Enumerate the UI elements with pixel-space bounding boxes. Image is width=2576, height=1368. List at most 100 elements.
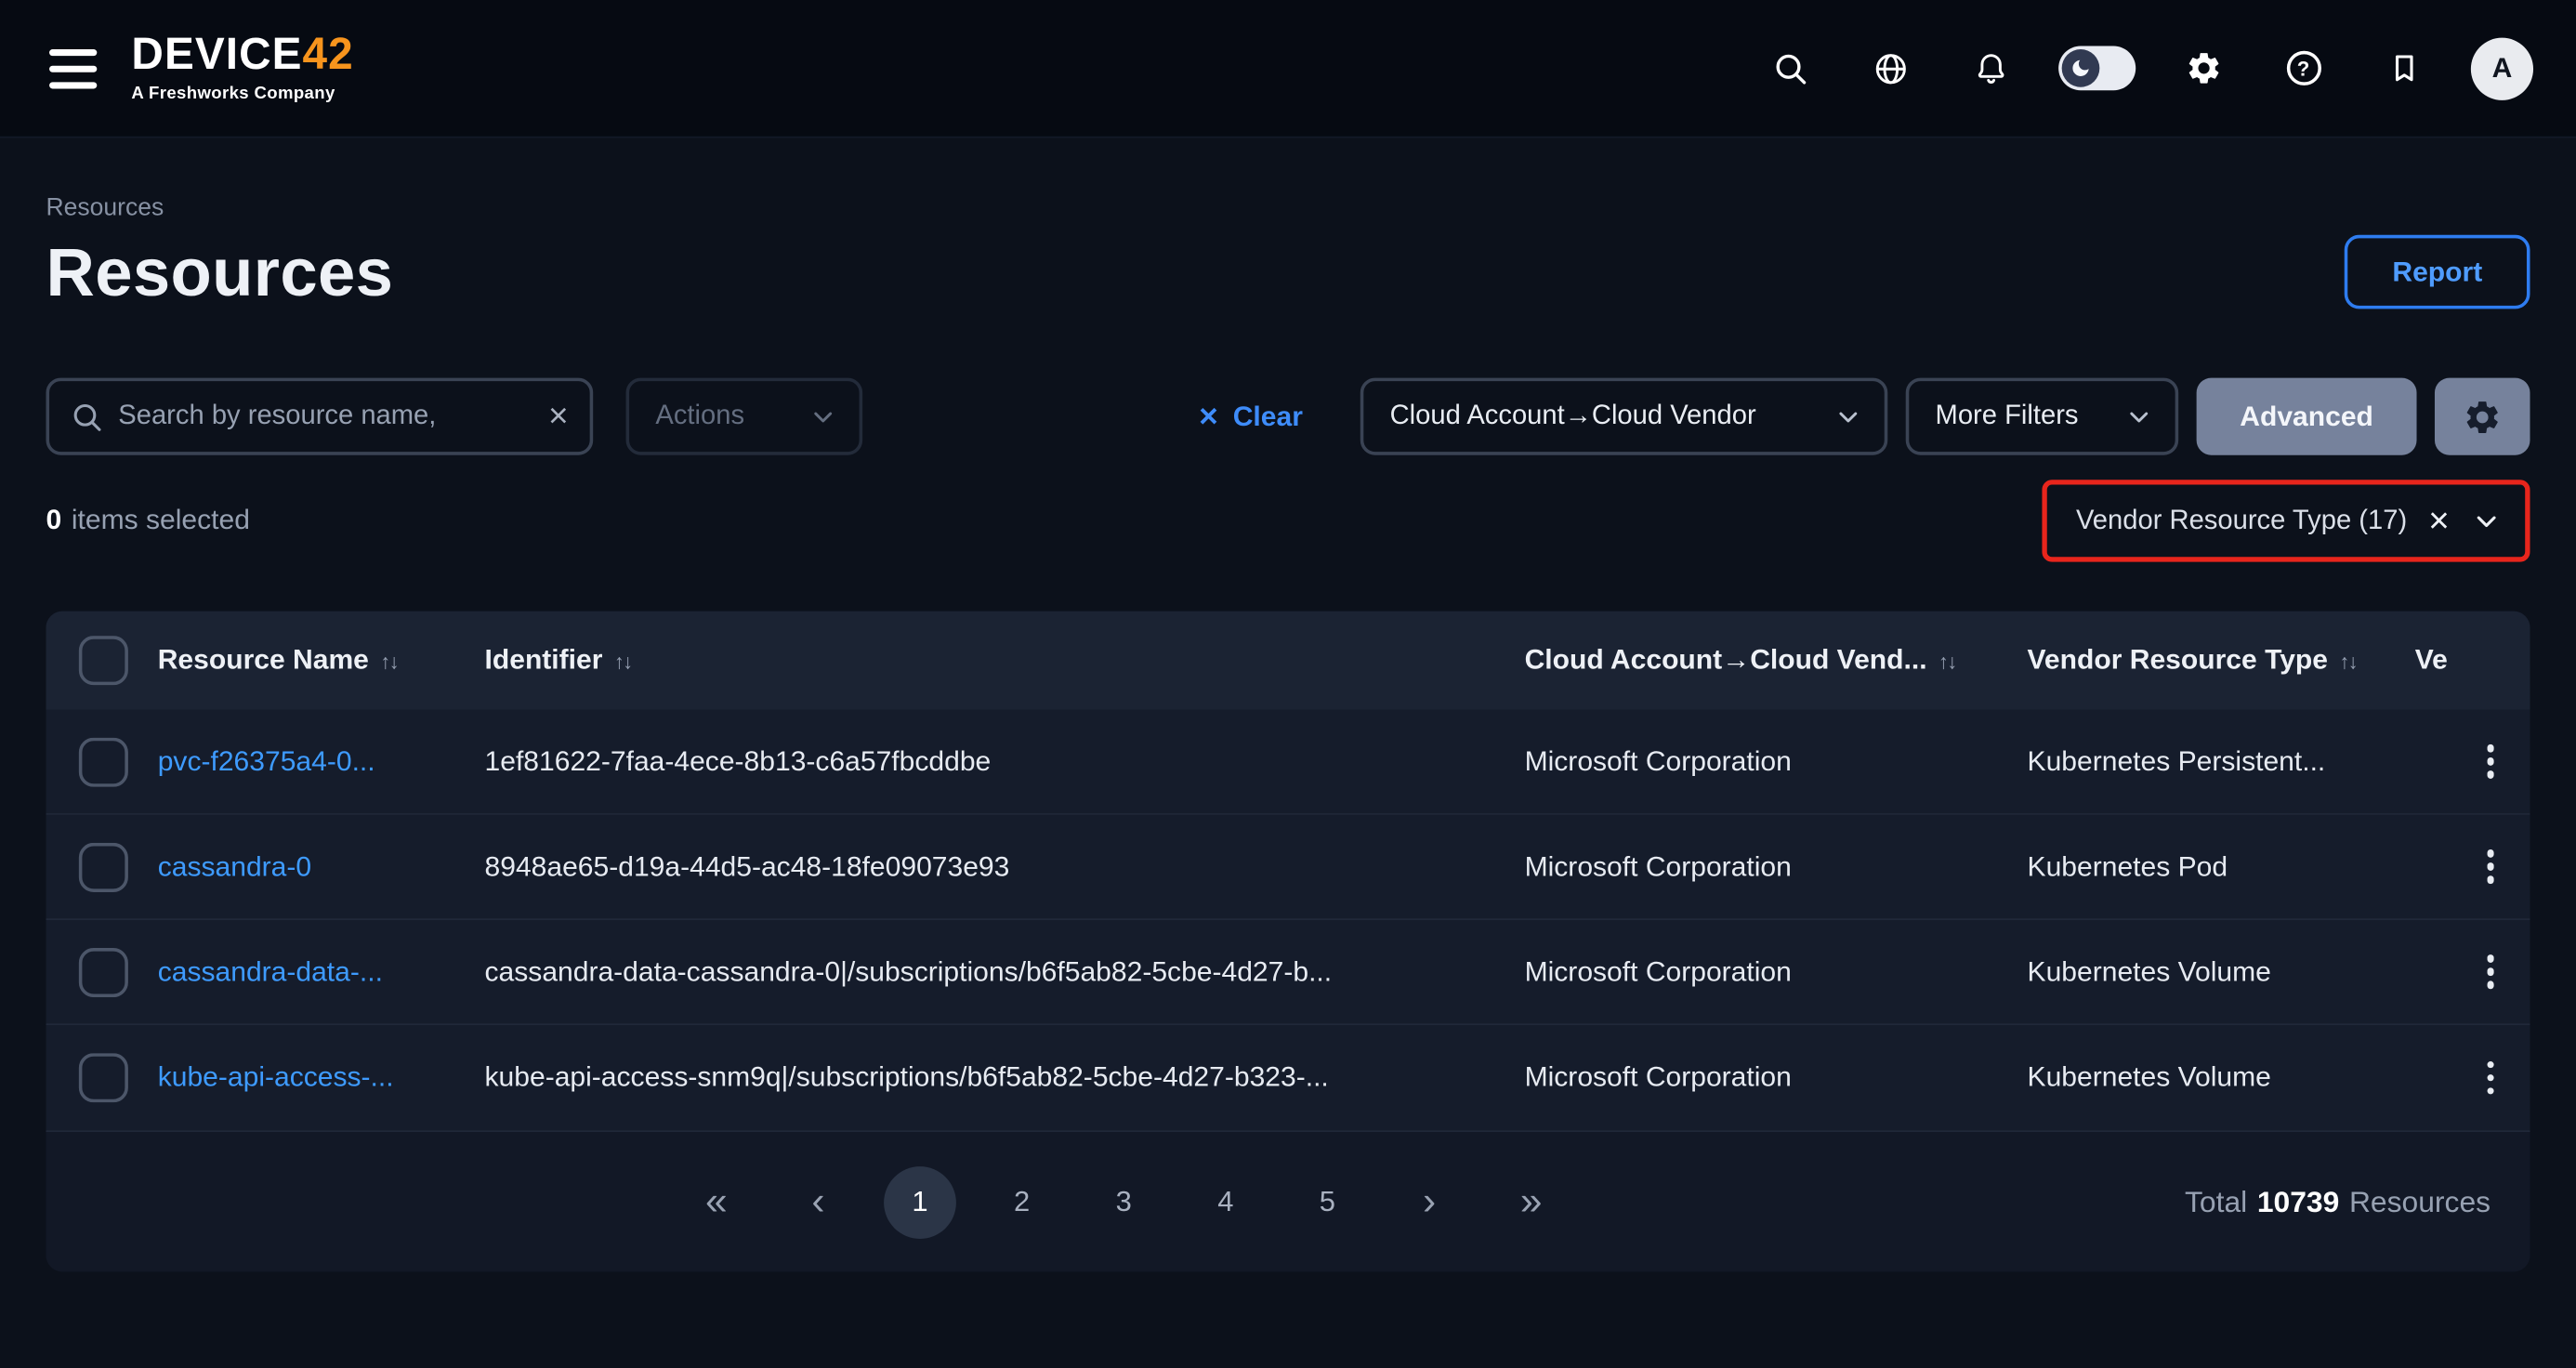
clear-x-icon: × bbox=[1199, 401, 1218, 433]
clear-label: Clear bbox=[1233, 401, 1303, 433]
row-actions-kebab-icon[interactable] bbox=[2480, 949, 2501, 995]
filter-chip-close-icon[interactable]: × bbox=[2428, 503, 2450, 539]
pagination-page-4[interactable]: 4 bbox=[1189, 1166, 1262, 1239]
row-checkbox[interactable] bbox=[79, 947, 128, 996]
table-row: cassandra-0 8948ae65-d19a-44d5-ac48-18fe… bbox=[46, 815, 2530, 920]
actions-dropdown[interactable]: Actions bbox=[626, 378, 863, 455]
topbar-actions: ? A bbox=[1758, 35, 2533, 101]
settings-button[interactable] bbox=[2170, 35, 2236, 101]
column-header-cloud-account[interactable]: Cloud Account→Cloud Vend...↑↓ bbox=[1525, 644, 2028, 677]
viewport: DEVICE42 A Freshworks Company bbox=[0, 0, 2576, 1368]
theme-toggle-knob bbox=[2062, 49, 2100, 87]
search-icon bbox=[71, 401, 103, 433]
brand-accent: 42 bbox=[303, 30, 354, 79]
filter-chip-label: Vendor Resource Type (17) bbox=[2076, 506, 2407, 537]
pagination-page-5[interactable]: 5 bbox=[1292, 1166, 1364, 1239]
topbar-left: DEVICE42 A Freshworks Company bbox=[43, 33, 354, 103]
column-header-clipped: Ve bbox=[2415, 644, 2530, 677]
cloud-account-value: Microsoft Corporation bbox=[1525, 1061, 2028, 1094]
select-all-checkbox[interactable] bbox=[79, 636, 128, 685]
resource-name-link[interactable]: cassandra-data-... bbox=[158, 955, 485, 988]
identifier-value: 1ef81622-7faa-4ece-8b13-c6a57fbcddbe bbox=[485, 745, 1525, 778]
resource-name-link[interactable]: kube-api-access-... bbox=[158, 1061, 485, 1094]
column-header-vendor-resource-type[interactable]: Vendor Resource Type↑↓ bbox=[2028, 644, 2415, 677]
column-header-resource-name[interactable]: Resource Name↑↓ bbox=[158, 644, 485, 677]
table-row: cassandra-data-... cassandra-data-cassan… bbox=[46, 920, 2530, 1025]
clear-filters-button[interactable]: × Clear bbox=[1199, 401, 1303, 433]
vendor-resource-type-filter-chip[interactable]: Vendor Resource Type (17) × bbox=[2042, 480, 2530, 561]
table-footer: « ‹ 1 2 3 4 5 › » Total 10739 Resources bbox=[46, 1131, 2530, 1272]
gear-icon bbox=[2463, 397, 2502, 436]
total-resources: Total 10739 Resources bbox=[2185, 1185, 2491, 1219]
bookmark-icon bbox=[2386, 51, 2421, 86]
filter-toolbar: × Actions × Clear Cloud Account→Cloud Ve… bbox=[46, 378, 2530, 455]
brand-primary: DEVICE bbox=[131, 30, 302, 79]
bookmark-button[interactable] bbox=[2371, 35, 2437, 101]
language-button[interactable] bbox=[1858, 35, 1924, 101]
cloud-account-value: Microsoft Corporation bbox=[1525, 850, 2028, 883]
pagination-first-icon[interactable]: « bbox=[680, 1166, 753, 1239]
pagination-prev-icon[interactable]: ‹ bbox=[782, 1166, 854, 1239]
pagination-last-icon[interactable]: » bbox=[1495, 1166, 1568, 1239]
filter-chip-chevron-down-icon[interactable] bbox=[2471, 506, 2503, 537]
more-filters-dropdown[interactable]: More Filters bbox=[1906, 378, 2178, 455]
row-actions-kebab-icon[interactable] bbox=[2480, 844, 2501, 890]
vendor-resource-type-value: Kubernetes Volume bbox=[2028, 955, 2415, 988]
row-checkbox[interactable] bbox=[79, 1053, 128, 1102]
column-header-identifier[interactable]: Identifier↑↓ bbox=[485, 644, 1525, 677]
resources-table: Resource Name↑↓ Identifier↑↓ Cloud Accou… bbox=[46, 612, 2530, 1272]
search-icon bbox=[1773, 50, 1809, 86]
table-row: pvc-f26375a4-0... 1ef81622-7faa-4ece-8b1… bbox=[46, 710, 2530, 815]
total-count: 10739 bbox=[2257, 1185, 2340, 1219]
more-filters-label: More Filters bbox=[1936, 401, 2079, 433]
identifier-value: cassandra-data-cassandra-0|/subscription… bbox=[485, 955, 1525, 988]
search-box: × bbox=[46, 378, 593, 455]
search-clear-icon[interactable]: × bbox=[548, 400, 569, 434]
vendor-resource-type-value: Kubernetes Pod bbox=[2028, 850, 2415, 883]
pagination-next-icon[interactable]: › bbox=[1393, 1166, 1465, 1239]
cloud-account-value: Microsoft Corporation bbox=[1525, 745, 2028, 778]
resource-name-link[interactable]: pvc-f26375a4-0... bbox=[158, 745, 485, 778]
help-icon: ? bbox=[2286, 51, 2320, 86]
avatar[interactable]: A bbox=[2471, 37, 2533, 99]
search-input[interactable] bbox=[118, 401, 533, 433]
menu-icon[interactable] bbox=[43, 42, 103, 95]
report-button[interactable]: Report bbox=[2345, 235, 2530, 309]
sort-icon: ↑↓ bbox=[614, 651, 632, 674]
vendor-resource-type-value: Kubernetes Persistent... bbox=[2028, 745, 2415, 778]
help-button[interactable]: ? bbox=[2270, 35, 2336, 101]
row-actions-kebab-icon[interactable] bbox=[2480, 1055, 2501, 1101]
row-checkbox[interactable] bbox=[79, 842, 128, 891]
sort-icon: ↑↓ bbox=[2339, 651, 2357, 674]
cloud-vendor-filter-dropdown[interactable]: Cloud Account→Cloud Vendor bbox=[1360, 378, 1887, 455]
items-selected: 0 items selected bbox=[46, 505, 249, 537]
sort-icon: ↑↓ bbox=[380, 651, 398, 674]
breadcrumb[interactable]: Resources bbox=[46, 194, 2530, 222]
page-content: Resources Resources Report × Actions × C… bbox=[0, 194, 2576, 1272]
gear-icon bbox=[2184, 49, 2222, 87]
globe-icon bbox=[1873, 50, 1909, 86]
cloud-vendor-filter-label: Cloud Account→Cloud Vendor bbox=[1390, 401, 1756, 433]
table-settings-button[interactable] bbox=[2435, 378, 2530, 455]
resource-name-link[interactable]: cassandra-0 bbox=[158, 850, 485, 883]
chevron-down-icon bbox=[808, 401, 838, 431]
row-actions-kebab-icon[interactable] bbox=[2480, 738, 2501, 784]
moon-icon bbox=[2070, 58, 2091, 79]
selected-label: items selected bbox=[72, 505, 250, 537]
brand-subtitle: A Freshworks Company bbox=[131, 84, 353, 103]
notifications-button[interactable] bbox=[1958, 35, 2024, 101]
bell-icon bbox=[1973, 50, 2009, 86]
page-title: Resources bbox=[46, 235, 393, 312]
header-checkbox-cell bbox=[46, 636, 157, 685]
theme-toggle[interactable] bbox=[2058, 46, 2136, 90]
brand-name: DEVICE42 bbox=[131, 33, 353, 77]
pagination-page-3[interactable]: 3 bbox=[1087, 1166, 1160, 1239]
pagination-page-2[interactable]: 2 bbox=[986, 1166, 1058, 1239]
search-button[interactable] bbox=[1758, 35, 1824, 101]
pagination-page-1[interactable]: 1 bbox=[884, 1166, 956, 1239]
row-checkbox[interactable] bbox=[79, 737, 128, 786]
brand-logo[interactable]: DEVICE42 A Freshworks Company bbox=[131, 33, 353, 103]
table-header-row: Resource Name↑↓ Identifier↑↓ Cloud Accou… bbox=[46, 612, 2530, 710]
identifier-value: 8948ae65-d19a-44d5-ac48-18fe09073e93 bbox=[485, 850, 1525, 883]
advanced-button[interactable]: Advanced bbox=[2197, 378, 2417, 455]
